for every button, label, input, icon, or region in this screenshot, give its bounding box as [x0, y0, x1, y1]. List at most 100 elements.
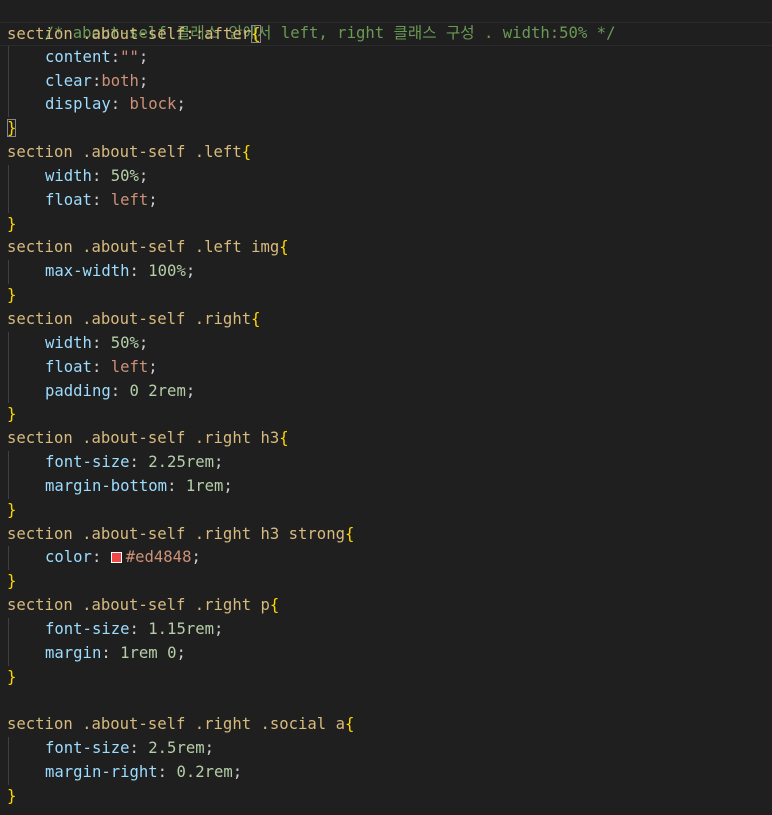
semicolon: ;: [204, 739, 215, 758]
open-brace: {: [241, 143, 252, 162]
code-line-declaration[interactable]: float: left;: [0, 188, 772, 213]
indent-guide: [8, 546, 9, 571]
css-value: 2.5rem: [148, 739, 205, 758]
css-value: #ed4848: [125, 548, 192, 567]
css-property: margin-right: [45, 763, 158, 781]
code-line-declaration[interactable]: max-width: 100%;: [0, 260, 772, 285]
semicolon: ;: [138, 333, 149, 352]
css-property: max-width: [45, 262, 130, 281]
code-line-selector[interactable]: section .about-self::after{: [0, 21, 772, 46]
code-line-declaration[interactable]: content:"";: [0, 45, 772, 70]
code-line-close[interactable]: }: [0, 213, 772, 237]
css-value: left: [110, 190, 149, 209]
code-line-comment[interactable]: /* about-self 클래스 안에서 left, right 클래스 구성…: [0, 0, 772, 42]
css-rules: section .about-self::after{content:""; cl…: [0, 21, 772, 809]
css-value: 0 2rem: [129, 381, 186, 400]
colon: :: [91, 166, 111, 185]
code-line-selector[interactable]: section .about-self .right h3{: [0, 427, 772, 451]
code-line-selector[interactable]: section .about-self .right h3 strong{: [0, 523, 772, 547]
indent-guide: [8, 93, 9, 118]
css-value: block: [129, 95, 177, 114]
close-brace: }: [7, 500, 17, 519]
code-line-declaration[interactable]: margin-bottom: 1rem;: [0, 474, 772, 499]
code-line-declaration[interactable]: width: 50%;: [0, 331, 772, 356]
semicolon: ;: [148, 190, 158, 209]
indent-guide: [8, 474, 9, 499]
open-brace: {: [344, 524, 355, 543]
indent-guide: [8, 355, 9, 380]
code-line-declaration[interactable]: margin-right: 0.2rem;: [0, 761, 772, 785]
code-line-selector[interactable]: section .about-self .right{: [0, 308, 772, 332]
semicolon: ;: [232, 763, 243, 781]
semicolon: ;: [138, 71, 149, 90]
semicolon: ;: [176, 95, 186, 114]
colon: :: [129, 262, 149, 281]
code-editor[interactable]: /* about-self 클래스 안에서 left, right 클래스 구성…: [0, 0, 772, 815]
css-value: 50%: [110, 166, 139, 185]
css-value: 1.15rem: [148, 619, 214, 638]
indent-guide: [8, 331, 9, 356]
code-line-declaration[interactable]: width: 50%;: [0, 164, 772, 189]
close-brace: }: [7, 667, 17, 686]
code-line-selector[interactable]: section .about-self .left img{: [0, 236, 772, 260]
close-brace: }: [7, 786, 17, 805]
semicolon: ;: [185, 381, 196, 400]
css-property: width: [45, 166, 92, 185]
css-value: both: [101, 71, 139, 90]
colon: :: [91, 548, 111, 567]
colon: :: [129, 619, 149, 638]
css-value: 2.25rem: [148, 453, 214, 472]
semicolon: ;: [214, 619, 224, 638]
css-selector: section .about-self .right p: [7, 596, 270, 615]
code-line-blank[interactable]: [0, 689, 772, 713]
close-brace: }: [7, 572, 17, 591]
css-selector: section .about-self .right .social a: [7, 715, 345, 734]
open-brace: {: [344, 715, 355, 734]
code-line-declaration[interactable]: margin: 1rem 0;: [0, 641, 772, 666]
code-line-declaration[interactable]: float: left;: [0, 355, 772, 380]
colon: :: [91, 333, 111, 352]
indent-guide: [8, 69, 9, 94]
code-line-selector[interactable]: section .about-self .right .social a{: [0, 713, 772, 737]
code-line-close[interactable]: }: [0, 666, 772, 690]
semicolon: ;: [223, 476, 233, 495]
code-line-declaration[interactable]: font-size: 2.5rem;: [0, 737, 772, 761]
css-property: display: [45, 95, 111, 114]
code-line-close[interactable]: }: [0, 570, 772, 594]
css-property: padding: [45, 381, 111, 400]
code-line-declaration[interactable]: color: #ed4848;: [0, 546, 772, 571]
code-line-close[interactable]: }: [0, 403, 772, 427]
semicolon: ;: [176, 643, 186, 662]
code-line-selector[interactable]: section .about-self .left{: [0, 141, 772, 165]
open-brace: {: [279, 238, 289, 257]
css-property: color: [45, 548, 92, 567]
open-brace: {: [279, 429, 289, 448]
css-property: float: [45, 190, 92, 209]
code-line-declaration[interactable]: font-size: 2.25rem;: [0, 451, 772, 475]
indent-guide: [8, 617, 9, 642]
css-value: left: [110, 357, 149, 376]
open-brace: {: [251, 309, 261, 328]
code-line-close[interactable]: }: [0, 785, 772, 809]
colon: :: [129, 739, 149, 758]
colon: :: [101, 643, 121, 662]
code-line-close[interactable]: }: [0, 117, 772, 141]
color-swatch-icon[interactable]: [110, 552, 122, 564]
code-line-declaration[interactable]: clear:both;: [0, 69, 772, 94]
code-line-declaration[interactable]: font-size: 1.15rem;: [0, 617, 772, 642]
semicolon: ;: [148, 357, 158, 376]
css-property: font-size: [45, 619, 130, 638]
code-line-close[interactable]: }: [0, 284, 772, 308]
css-property: font-size: [45, 739, 130, 758]
css-property: font-size: [45, 453, 130, 472]
close-brace: }: [7, 119, 17, 138]
colon: :: [91, 357, 111, 376]
colon: :: [167, 476, 186, 495]
code-line-selector[interactable]: section .about-self .right p{: [0, 594, 772, 618]
close-brace: }: [7, 405, 17, 424]
code-line-close[interactable]: }: [0, 499, 772, 523]
code-line-declaration[interactable]: padding: 0 2rem;: [0, 379, 772, 404]
css-property: margin-bottom: [45, 476, 168, 495]
code-line-declaration[interactable]: display: block;: [0, 93, 772, 118]
close-brace: }: [7, 214, 17, 233]
